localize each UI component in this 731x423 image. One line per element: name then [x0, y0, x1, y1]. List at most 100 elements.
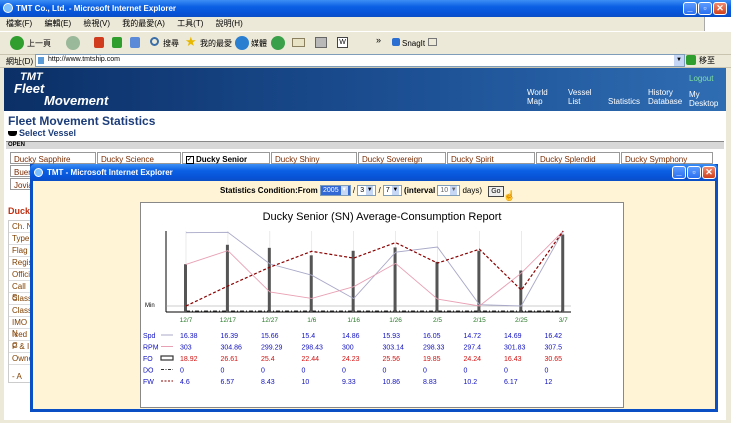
nav-logout[interactable]: Logout [689, 74, 713, 83]
vessel-tab-selected[interactable]: ✓ Ducky Senior [182, 152, 270, 164]
logo-line-3: Movement [44, 93, 109, 108]
forward-icon[interactable] [66, 36, 80, 50]
mail-icon[interactable] [292, 38, 305, 47]
address-bar: 網址(D) http://www.tmtship.com ▼ 移至 [0, 54, 731, 68]
nav-vessel-list[interactable]: Vessel List [568, 88, 592, 106]
popup-close-button[interactable]: ✕ [702, 166, 716, 179]
menu-favorites[interactable]: 我的最愛(A) [122, 19, 165, 28]
x-tick-label: 12/7 [180, 317, 193, 324]
month-select[interactable]: 3 ▼ [357, 185, 377, 197]
media-icon[interactable] [235, 36, 249, 50]
page-title: Fleet Movement Statistics [8, 114, 156, 128]
popup-maximize-button[interactable]: ▫ [687, 166, 701, 179]
legend-swatch-fo [160, 355, 174, 361]
x-tick-label: 1/6 [307, 317, 316, 324]
fo-bar [184, 264, 187, 312]
back-button-label[interactable]: 上一頁 [27, 38, 51, 49]
table-cell: 297.4 [464, 345, 482, 352]
ship-icon [8, 131, 17, 136]
history-icon[interactable] [271, 36, 285, 50]
x-tick-label: 2/25 [515, 317, 528, 324]
table-cell: 10.86 [383, 379, 401, 386]
select-vessel-link[interactable]: Select Vessel [19, 128, 76, 138]
chevron-down-icon: ▼ [366, 186, 374, 196]
table-cell: 30.65 [545, 356, 563, 363]
fo-bar [351, 250, 355, 312]
x-tick-label: 12/17 [220, 317, 237, 324]
media-button-label[interactable]: 媒體 [251, 38, 267, 49]
fw-series-line [185, 230, 564, 307]
back-icon[interactable] [10, 36, 24, 50]
table-cell: 16.42 [545, 333, 563, 340]
table-cell: 0 [504, 368, 508, 375]
table-cell: 303.14 [383, 345, 405, 352]
home-icon[interactable] [130, 37, 140, 48]
go-button-label[interactable]: 移至 [699, 55, 715, 66]
menu-file[interactable]: 檔案(F) [6, 19, 32, 28]
table-cell: 18.92 [180, 356, 198, 363]
search-icon[interactable] [150, 37, 159, 46]
toolbar-overflow-icon[interactable]: » [376, 35, 381, 45]
favorites-icon[interactable]: ★ [185, 34, 197, 50]
vessel-tab[interactable]: Ducky Spirit [447, 152, 535, 164]
from-label: From [297, 186, 318, 195]
page-icon [38, 57, 44, 64]
minimize-button[interactable]: _ [683, 2, 697, 15]
go-arrow-icon[interactable] [686, 55, 696, 65]
menu-edit[interactable]: 編輯(E) [44, 19, 71, 28]
table-cell: 6.57 [221, 379, 235, 386]
site-banner: TMT Fleet Movement World Map Vessel List S… [4, 68, 726, 111]
snagit-capture-icon[interactable] [428, 38, 437, 46]
table-cell: 8.83 [423, 379, 437, 386]
table-cell: 0 [464, 368, 468, 375]
x-tick-label: 3/7 [559, 317, 568, 324]
snagit-button-label[interactable]: SnagIt [402, 39, 425, 48]
close-button[interactable]: ✕ [713, 2, 727, 15]
vessel-tab[interactable]: Ducky Sovereign [358, 152, 446, 164]
refresh-icon[interactable] [112, 37, 122, 48]
table-cell: 25.56 [383, 356, 401, 363]
popup-title: TMT - Microsoft Internet Explorer [47, 168, 173, 177]
table-cell: 0 [383, 368, 387, 375]
table-row-label: Spd [143, 333, 156, 340]
stop-icon[interactable] [94, 37, 104, 48]
vessel-tab[interactable]: Ducky Science [97, 152, 181, 164]
date-separator: / [378, 186, 381, 195]
favorites-button-label[interactable]: 我的最愛 [200, 38, 232, 49]
toolbar: 上一頁 搜尋 ★ 我的最愛 媒體 W » SnagIt [0, 31, 731, 55]
fo-bar [267, 247, 271, 312]
nav-statistics[interactable]: Statistics [608, 97, 640, 106]
nav-history-database[interactable]: History Database [648, 88, 682, 106]
table-cell: 298.43 [302, 345, 324, 352]
nav-my-desktop[interactable]: My Desktop [689, 90, 718, 108]
vessel-tab[interactable]: Ducky Shiny [271, 152, 357, 164]
menu-tools[interactable]: 工具(T) [177, 19, 203, 28]
table-cell: 299.29 [261, 345, 283, 352]
interval-select[interactable]: 10 ▼ [437, 185, 461, 197]
year-select[interactable]: 2005 ▼ [320, 185, 351, 197]
print-icon[interactable] [315, 37, 327, 48]
go-button[interactable]: Go [488, 186, 504, 197]
table-cell: 16.39 [221, 333, 239, 340]
table-cell: 303 [180, 345, 192, 352]
search-button-label[interactable]: 搜尋 [163, 38, 179, 49]
address-dropdown-icon[interactable]: ▼ [674, 55, 684, 66]
windows-flag-icon [704, 17, 731, 31]
maximize-button[interactable]: ▫ [698, 2, 712, 15]
table-cell: 15.66 [261, 333, 279, 340]
open-label: OPEN [8, 142, 26, 148]
vessel-tab[interactable]: Ducky Symphony [621, 152, 713, 164]
x-tick-label: 12/27 [262, 317, 279, 324]
table-cell: 25.4 [261, 356, 275, 363]
nav-world-map[interactable]: World Map [527, 88, 548, 106]
menu-view[interactable]: 檢視(V) [83, 19, 110, 28]
vessel-tab[interactable]: Ducky Splendid [536, 152, 620, 164]
x-tick-label: 2/5 [433, 317, 442, 324]
menu-help[interactable]: 說明(H) [216, 19, 243, 28]
snagit-icon[interactable] [392, 38, 400, 46]
address-field[interactable]: http://www.tmtship.com ▼ [35, 54, 685, 67]
edit-icon[interactable]: W [337, 37, 348, 48]
vessel-tab[interactable]: Ducky Sapphire [10, 152, 96, 164]
day-select[interactable]: 7 ▼ [382, 185, 402, 197]
popup-minimize-button[interactable]: _ [672, 166, 686, 179]
